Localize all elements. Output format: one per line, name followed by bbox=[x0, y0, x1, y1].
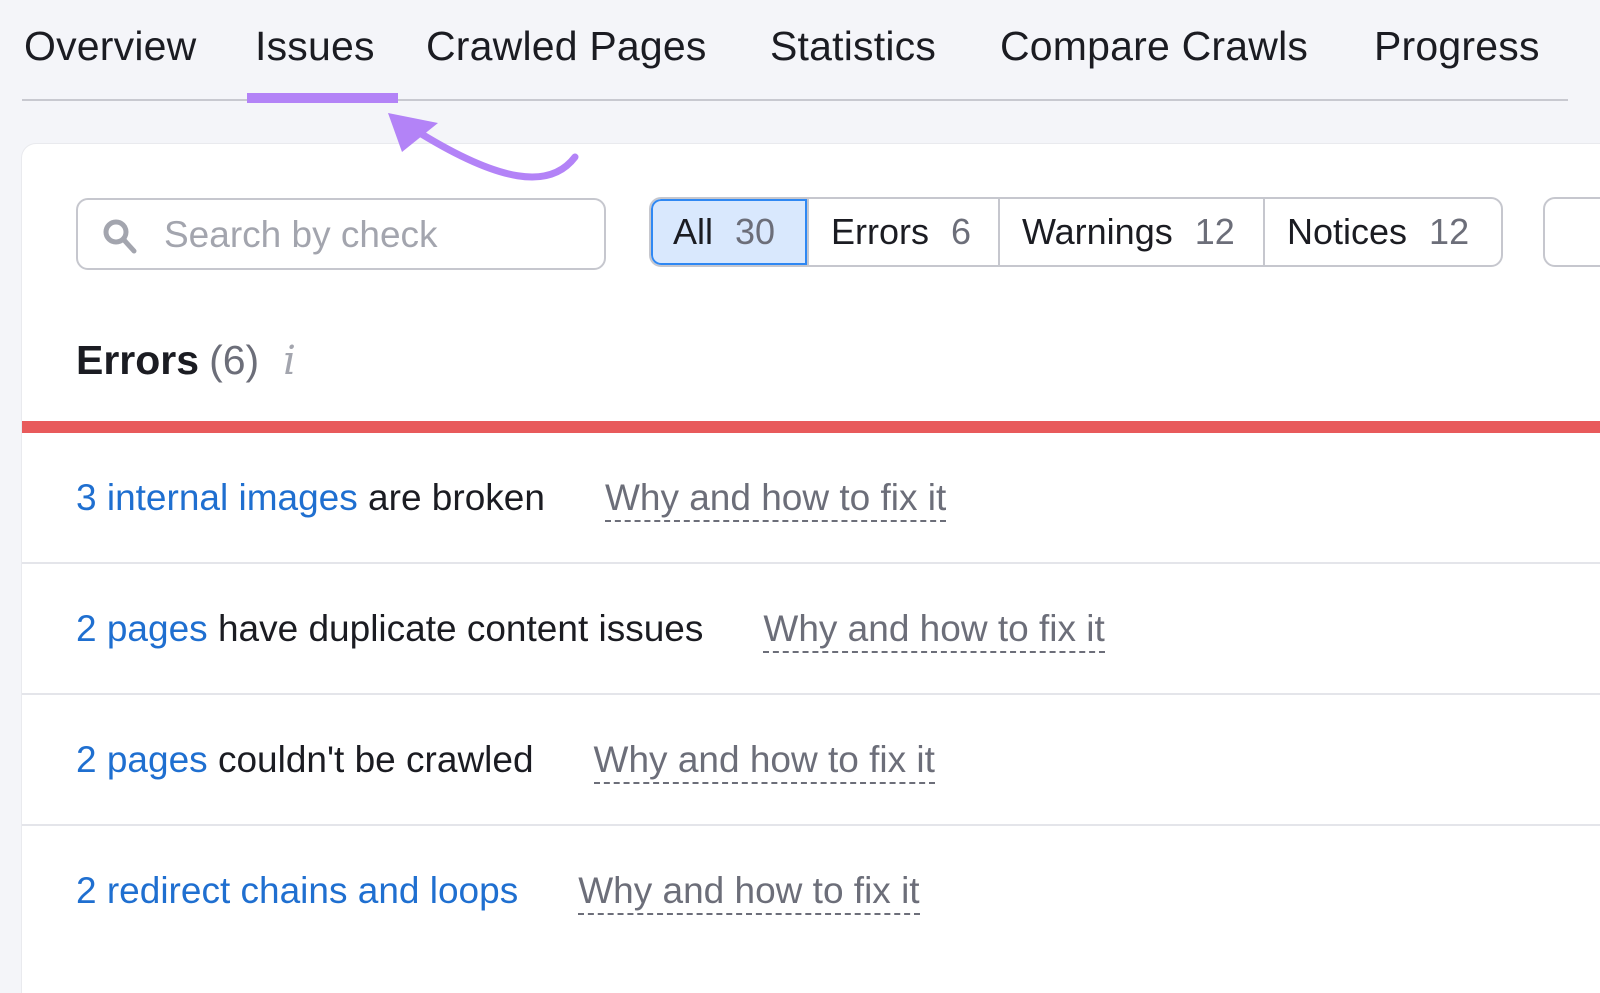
section-title: Errors bbox=[76, 337, 200, 383]
tab-compare-crawls[interactable]: Compare Crawls bbox=[1000, 22, 1308, 70]
tab-bar: Overview Issues Crawled Pages Statistics… bbox=[22, 0, 1568, 103]
issue-description: couldn't be crawled bbox=[207, 739, 534, 780]
tab-crawled-pages[interactable]: Crawled Pages bbox=[426, 22, 707, 70]
issue-type-filter: All 30 Errors 6 Warnings 12 Notices 12 bbox=[649, 197, 1503, 267]
filter-count: 6 bbox=[951, 211, 972, 252]
search-input[interactable] bbox=[162, 200, 586, 270]
issue-link[interactable]: 3 internal images bbox=[76, 477, 358, 518]
issue-description: have duplicate content issues bbox=[207, 608, 704, 649]
filter-label: All bbox=[673, 211, 714, 252]
tab-statistics[interactable]: Statistics bbox=[770, 22, 936, 70]
section-header: Errors (6) i bbox=[76, 336, 296, 385]
filter-label: Notices bbox=[1287, 211, 1408, 252]
filter-all[interactable]: All 30 bbox=[651, 199, 807, 265]
filter-label: Warnings bbox=[1022, 211, 1173, 252]
filter-count: 30 bbox=[735, 211, 776, 252]
issue-link[interactable]: 2 pages bbox=[76, 608, 208, 649]
why-fix-link[interactable]: Why and how to fix it bbox=[763, 608, 1105, 653]
issue-description: are broken bbox=[357, 477, 545, 518]
issue-row: 2 pages have duplicate content issues Why… bbox=[22, 564, 1600, 695]
error-severity-bar bbox=[22, 421, 1600, 433]
issues-card: All 30 Errors 6 Warnings 12 Notices 12 E… bbox=[22, 144, 1600, 993]
info-icon[interactable]: i bbox=[283, 337, 296, 385]
why-fix-link[interactable]: Why and how to fix it bbox=[578, 870, 920, 915]
curved-arrow-icon bbox=[388, 113, 579, 181]
tab-progress[interactable]: Progress bbox=[1374, 22, 1540, 70]
issue-row: 2 redirect chains and loops Why and how t… bbox=[22, 826, 1600, 957]
why-fix-link[interactable]: Why and how to fix it bbox=[604, 477, 947, 522]
issue-link[interactable]: 2 pages bbox=[76, 739, 208, 780]
filter-notices[interactable]: Notices 12 bbox=[1263, 199, 1501, 265]
issue-link[interactable]: 2 redirect chains and loops bbox=[76, 870, 518, 911]
tab-overview[interactable]: Overview bbox=[24, 22, 196, 70]
filter-label: Errors bbox=[831, 211, 929, 252]
filter-errors[interactable]: Errors 6 bbox=[807, 199, 998, 265]
issue-row: 2 pages couldn't be crawled Why and how t… bbox=[22, 695, 1600, 826]
more-filters-button[interactable] bbox=[1543, 197, 1600, 267]
tab-issues[interactable]: Issues bbox=[255, 22, 375, 70]
filter-count: 12 bbox=[1194, 211, 1235, 252]
why-fix-link[interactable]: Why and how to fix it bbox=[593, 739, 935, 784]
active-tab-indicator bbox=[247, 93, 398, 103]
search-icon bbox=[103, 219, 137, 254]
section-count: (6) bbox=[209, 337, 260, 383]
filter-count: 12 bbox=[1429, 211, 1470, 252]
filter-warnings[interactable]: Warnings 12 bbox=[998, 199, 1263, 265]
issues-list: 3 internal images are broken Why and how … bbox=[22, 433, 1600, 957]
search-box[interactable] bbox=[76, 198, 606, 270]
issue-row: 3 internal images are broken Why and how … bbox=[22, 433, 1600, 564]
